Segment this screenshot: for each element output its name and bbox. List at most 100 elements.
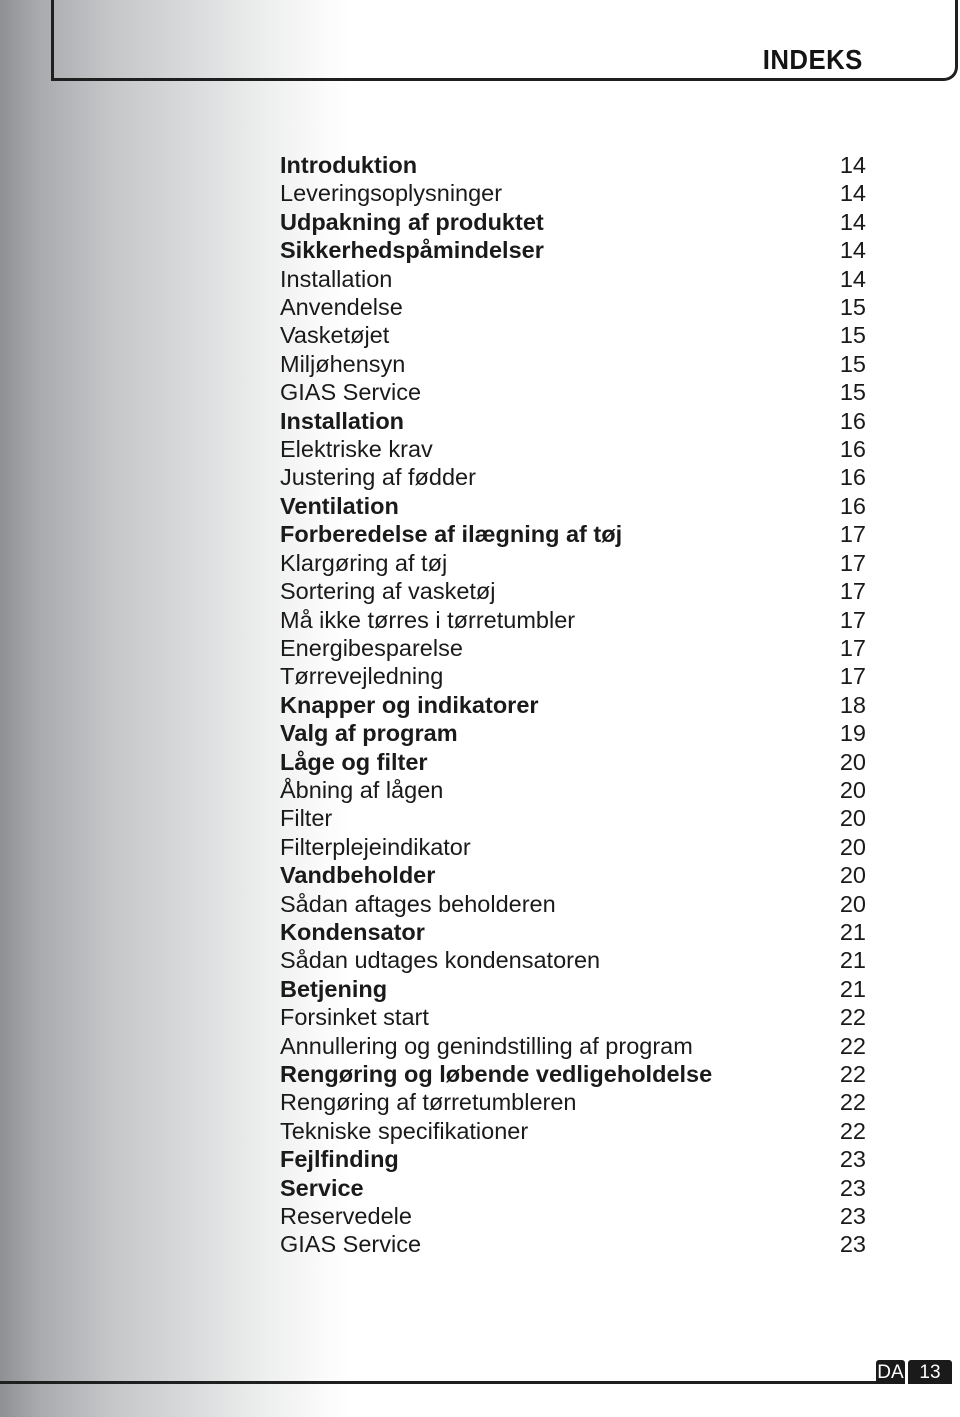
toc-entry-page: 21 <box>839 975 866 1002</box>
toc-entry-label: Tekniske specifikationer <box>280 1117 529 1144</box>
toc-subentry[interactable]: GIAS Service 15 <box>280 377 868 405</box>
toc-section-entry[interactable]: Introduktion 14 <box>280 150 868 178</box>
toc-entry-page: 22 <box>839 1032 866 1059</box>
toc-subentry[interactable]: Reservedele 23 <box>280 1201 868 1229</box>
toc-entry-page: 16 <box>839 436 866 463</box>
toc-subentry[interactable]: Filter 20 <box>280 803 868 831</box>
toc-subentry[interactable]: Tekniske specifikationer 22 <box>280 1116 868 1144</box>
toc-subentry[interactable]: Annullering og genindstilling af program… <box>280 1031 868 1059</box>
toc-section-entry[interactable]: Ventilation 16 <box>280 491 868 519</box>
toc-subentry[interactable]: Sådan udtages kondensatoren 21 <box>280 945 868 973</box>
toc-entry-label: Knapper og indikatorer <box>280 691 539 718</box>
toc-subentry[interactable]: Anvendelse 15 <box>280 292 868 320</box>
toc-entry-page: 16 <box>839 464 866 491</box>
toc-section-entry[interactable]: Kondensator 21 <box>280 917 868 945</box>
toc-entry-label: Annullering og genindstilling af program <box>280 1032 693 1059</box>
toc-entry-label: Vandbeholder <box>280 862 436 889</box>
toc-subentry[interactable]: Installation 14 <box>280 264 868 292</box>
toc-subentry[interactable]: Leveringsoplysninger 14 <box>280 178 868 206</box>
toc-entry-page: 15 <box>839 350 866 377</box>
toc-subentry[interactable]: Sortering af vasketøj 17 <box>280 576 868 604</box>
toc-entry-page: 19 <box>839 720 866 747</box>
toc-subentry[interactable]: Må ikke tørres i tørretumbler 17 <box>280 605 868 633</box>
toc-entry-label: Justering af fødder <box>280 464 476 491</box>
toc-entry-page: 22 <box>839 1061 866 1087</box>
toc-entry-page: 20 <box>839 805 866 832</box>
toc-section-entry[interactable]: Valg af program 19 <box>280 718 868 746</box>
toc-section-entry[interactable]: Sikkerhedspåmindelser 14 <box>280 235 868 263</box>
toc-entry-page: 16 <box>839 407 866 434</box>
toc-entry-label: Ventilation <box>280 492 399 519</box>
toc-entry-label: Energibesparelse <box>280 634 463 661</box>
toc-entry-label: Elektriske krav <box>280 436 433 463</box>
toc-entry-label: Låge og filter <box>280 748 428 775</box>
toc-entry-label: Service <box>280 1174 364 1201</box>
toc-section-entry[interactable]: Vandbeholder 20 <box>280 860 868 888</box>
toc-entry-page: 14 <box>839 265 866 292</box>
toc-entry-page: 21 <box>839 918 866 945</box>
toc-subentry[interactable]: Åbning af lågen 20 <box>280 775 868 803</box>
toc-entry-page: 20 <box>839 862 866 889</box>
toc-entry-label: GIAS Service <box>280 1231 422 1258</box>
toc-subentry[interactable]: Forsinket start 22 <box>280 1002 868 1030</box>
toc-entry-page: 17 <box>839 578 866 605</box>
toc-subentry[interactable]: Sådan aftages beholderen 20 <box>280 889 868 917</box>
page-title: INDEKS <box>762 44 863 75</box>
toc-entry-label: Sortering af vasketøj <box>280 578 496 605</box>
toc-entry-page: 18 <box>839 691 866 718</box>
toc-section-entry[interactable]: Fejlfinding 23 <box>280 1144 868 1172</box>
footer-divider <box>0 1381 877 1384</box>
toc-entry-page: 17 <box>839 521 866 548</box>
toc-subentry[interactable]: GIAS Service 23 <box>280 1229 868 1257</box>
toc-entry-page: 15 <box>839 294 866 321</box>
toc-entry-label: Rengøring og løbende vedligeholdelse <box>280 1061 713 1087</box>
toc-entry-label: Klargøring af tøj <box>280 549 448 576</box>
toc-entry-label: Sikkerhedspåmindelser <box>280 237 544 264</box>
toc-section-entry[interactable]: Udpakning af produktet 14 <box>280 207 868 235</box>
toc-entry-page: 14 <box>839 180 866 207</box>
toc-subentry[interactable]: Klargøring af tøj 17 <box>280 548 868 576</box>
toc-entry-label: Introduktion <box>280 152 418 178</box>
toc-subentry[interactable]: Tørrevejledning 17 <box>280 661 868 689</box>
toc-entry-page: 20 <box>839 833 866 860</box>
toc-entry-label: Filterplejeindikator <box>280 833 471 860</box>
toc-entry-page: 17 <box>839 663 866 690</box>
toc-entry-page: 17 <box>839 549 866 576</box>
toc-entry-label: Kondensator <box>280 918 425 945</box>
toc-section-entry[interactable]: Service 23 <box>280 1173 868 1201</box>
toc-entry-page: 14 <box>839 152 866 178</box>
language-badge: DA <box>876 1360 905 1384</box>
toc-subentry[interactable]: Energibesparelse 17 <box>280 633 868 661</box>
toc-section-entry[interactable]: Forberedelse af ilægning af tøj 17 <box>280 519 868 547</box>
toc-entry-label: Må ikke tørres i tørretumbler <box>280 606 576 633</box>
toc-section-entry[interactable]: Knapper og indikatorer 18 <box>280 690 868 718</box>
toc-entry-page: 20 <box>839 890 866 917</box>
toc-entry-page: 23 <box>839 1203 866 1230</box>
toc-subentry[interactable]: Elektriske krav 16 <box>280 434 868 462</box>
toc-subentry[interactable]: Rengøring af tørretumbleren 22 <box>280 1087 868 1115</box>
toc-section-entry[interactable]: Installation 16 <box>280 406 868 434</box>
toc-section-entry[interactable]: Rengøring og løbende vedligeholdelse 22 <box>280 1059 868 1087</box>
toc-subentry[interactable]: Miljøhensyn 15 <box>280 349 868 377</box>
toc-entry-label: Fejlfinding <box>280 1146 399 1173</box>
toc-entry-label: Betjening <box>280 975 388 1002</box>
toc-entry-page: 22 <box>839 1089 866 1116</box>
toc-entry-label: Sådan aftages beholderen <box>280 890 556 917</box>
toc-entry-page: 23 <box>839 1146 866 1173</box>
toc-entry-page: 21 <box>839 947 866 974</box>
toc-entry-page: 15 <box>839 379 866 406</box>
toc-subentry[interactable]: Filterplejeindikator 20 <box>280 832 868 860</box>
toc-entry-label: Vasketøjet <box>280 322 390 349</box>
toc-subentry[interactable]: Justering af fødder 16 <box>280 462 868 490</box>
toc-entry-page: 23 <box>839 1231 866 1258</box>
toc-entry-label: Installation <box>280 265 393 292</box>
toc-section-entry[interactable]: Låge og filter 20 <box>280 747 868 775</box>
toc-entry-page: 14 <box>839 237 866 264</box>
toc-entry-page: 22 <box>839 1117 866 1144</box>
toc-entry-page: 22 <box>839 1004 866 1031</box>
toc-subentry[interactable]: Vasketøjet 15 <box>280 320 868 348</box>
toc-entry-label: Sådan udtages kondensatoren <box>280 947 601 974</box>
toc-entry-label: Valg af program <box>280 720 458 747</box>
toc-entry-page: 15 <box>839 322 866 349</box>
toc-section-entry[interactable]: Betjening 21 <box>280 974 868 1002</box>
